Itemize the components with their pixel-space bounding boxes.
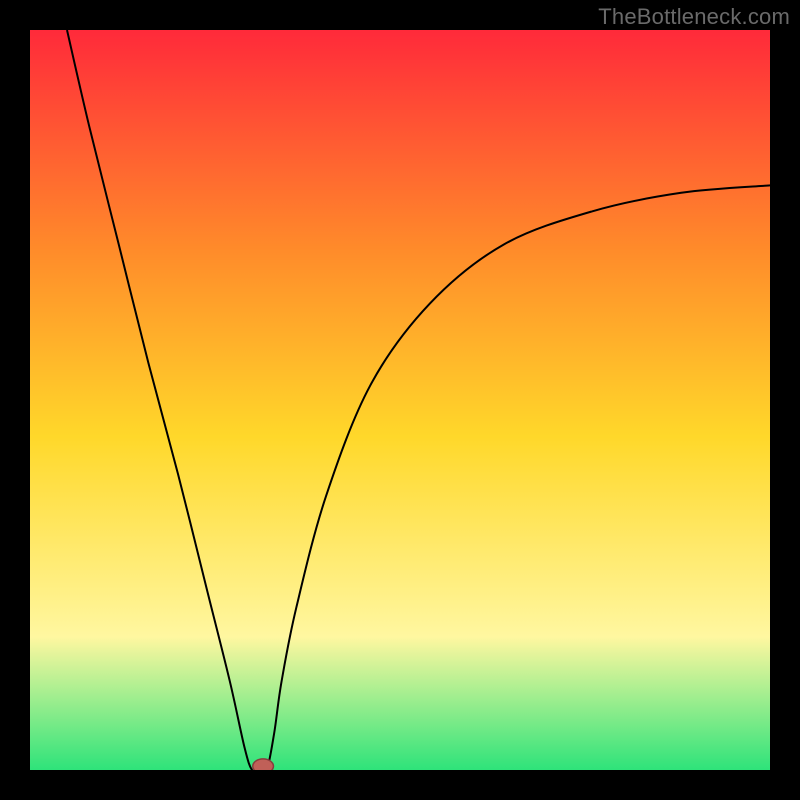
plot-area [30,30,770,770]
watermark-text: TheBottleneck.com [598,4,790,30]
chart-frame: TheBottleneck.com [0,0,800,800]
gradient-background [30,30,770,770]
optimal-marker [253,759,274,770]
chart-svg [30,30,770,770]
